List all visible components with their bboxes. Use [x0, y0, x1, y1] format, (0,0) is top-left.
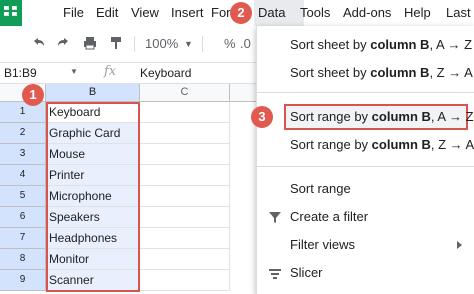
toolbar-divider: [134, 36, 135, 52]
menu-file[interactable]: File: [63, 4, 84, 22]
row-header[interactable]: 7: [0, 228, 46, 249]
menu-insert[interactable]: Insert: [171, 4, 204, 22]
decimal-button[interactable]: .0: [240, 35, 251, 53]
menu-divider: [257, 166, 474, 167]
row-header[interactable]: 2: [0, 123, 46, 144]
slicer-label: Slicer: [290, 265, 323, 280]
callout-badge-1: 1: [22, 84, 44, 106]
row-header[interactable]: 8: [0, 249, 46, 270]
undo-icon[interactable]: [30, 35, 46, 53]
data-menu-dropdown: Sort sheet by column B, A → Z Sort sheet…: [256, 26, 474, 294]
cell-b6[interactable]: Speakers: [46, 207, 140, 228]
paint-format-icon[interactable]: [108, 35, 124, 53]
chevron-down-icon[interactable]: ▼: [184, 35, 193, 53]
callout-badge-3: 3: [251, 106, 273, 128]
cell-b7[interactable]: Headphones: [46, 228, 140, 249]
cell-b5[interactable]: Microphone: [46, 186, 140, 207]
cell-b1[interactable]: Keyboard: [46, 102, 140, 123]
cell-c9[interactable]: [140, 270, 230, 291]
menu-tools[interactable]: Tools: [300, 4, 330, 22]
cell-b9[interactable]: Scanner: [46, 270, 140, 291]
cell-c8[interactable]: [140, 249, 230, 270]
sort-range-az-item[interactable]: Sort range by column B, A → Z: [257, 104, 474, 130]
menu-divider: [257, 92, 474, 93]
sort-range-az-label: Sort range by column B, A → Z: [290, 109, 474, 124]
menu-data[interactable]: Data: [254, 0, 304, 26]
row-header[interactable]: 1: [0, 102, 46, 123]
column-header-c[interactable]: C: [140, 84, 230, 102]
cell-c2[interactable]: [140, 123, 230, 144]
sort-range-za-label: Sort range by column B, Z → A: [290, 137, 474, 152]
callout-badge-2: 2: [230, 2, 252, 24]
row-header[interactable]: 9: [0, 270, 46, 291]
cell-b3[interactable]: Mouse: [46, 144, 140, 165]
create-filter-item[interactable]: Create a filter: [257, 204, 474, 230]
sort-range-za-item[interactable]: Sort range by column B, Z → A: [257, 132, 474, 158]
cell-c4[interactable]: [140, 165, 230, 186]
cell-c5[interactable]: [140, 186, 230, 207]
filter-icon: [267, 204, 283, 230]
slicer-item[interactable]: Slicer: [257, 260, 474, 286]
row-header[interactable]: 4: [0, 165, 46, 186]
row-header[interactable]: 6: [0, 207, 46, 228]
redo-icon[interactable]: [56, 35, 72, 53]
toolbar-divider: [202, 36, 203, 52]
filter-views-label: Filter views: [290, 237, 356, 252]
print-icon[interactable]: [82, 35, 98, 53]
cell-c6[interactable]: [140, 207, 230, 228]
cell-b8[interactable]: Monitor: [46, 249, 140, 270]
sort-sheet-za-item[interactable]: Sort sheet by column B, Z → A: [257, 60, 474, 86]
formula-input[interactable]: Keyboard: [140, 65, 191, 81]
menu-view[interactable]: View: [131, 4, 159, 22]
zoom-select[interactable]: 100%: [145, 35, 178, 53]
name-box[interactable]: B1:B9: [4, 65, 37, 81]
cell-c7[interactable]: [140, 228, 230, 249]
cell-c3[interactable]: [140, 144, 230, 165]
row-header[interactable]: 3: [0, 144, 46, 165]
menu-last-edit[interactable]: Last: [446, 4, 471, 22]
cell-c1[interactable]: [140, 102, 230, 123]
sheets-logo-icon[interactable]: [0, 0, 22, 26]
menu-help[interactable]: Help: [404, 4, 431, 22]
row-header[interactable]: 5: [0, 186, 46, 207]
cell-b4[interactable]: Printer: [46, 165, 140, 186]
column-header-b[interactable]: B: [46, 84, 140, 102]
create-filter-label: Create a filter: [290, 209, 369, 224]
cell-b2[interactable]: Graphic Card: [46, 123, 140, 144]
fx-icon: fx: [104, 64, 117, 79]
submenu-arrow-icon: [457, 232, 465, 258]
percent-format-button[interactable]: %: [224, 35, 236, 53]
sort-sheet-za-label: Sort sheet by column B, Z → A: [290, 65, 473, 80]
sort-range-item[interactable]: Sort range: [257, 176, 474, 202]
menu-edit[interactable]: Edit: [96, 4, 118, 22]
menu-data-label: Data: [258, 5, 286, 20]
menu-addons[interactable]: Add-ons: [343, 4, 391, 22]
chevron-down-icon[interactable]: ▼: [70, 67, 78, 76]
sort-range-label: Sort range: [290, 181, 351, 196]
sort-sheet-az-label: Sort sheet by column B, A → Z: [290, 37, 473, 52]
filter-views-item[interactable]: Filter views: [257, 232, 474, 258]
slicer-icon: [267, 260, 283, 286]
sort-sheet-az-item[interactable]: Sort sheet by column B, A → Z: [257, 32, 474, 58]
